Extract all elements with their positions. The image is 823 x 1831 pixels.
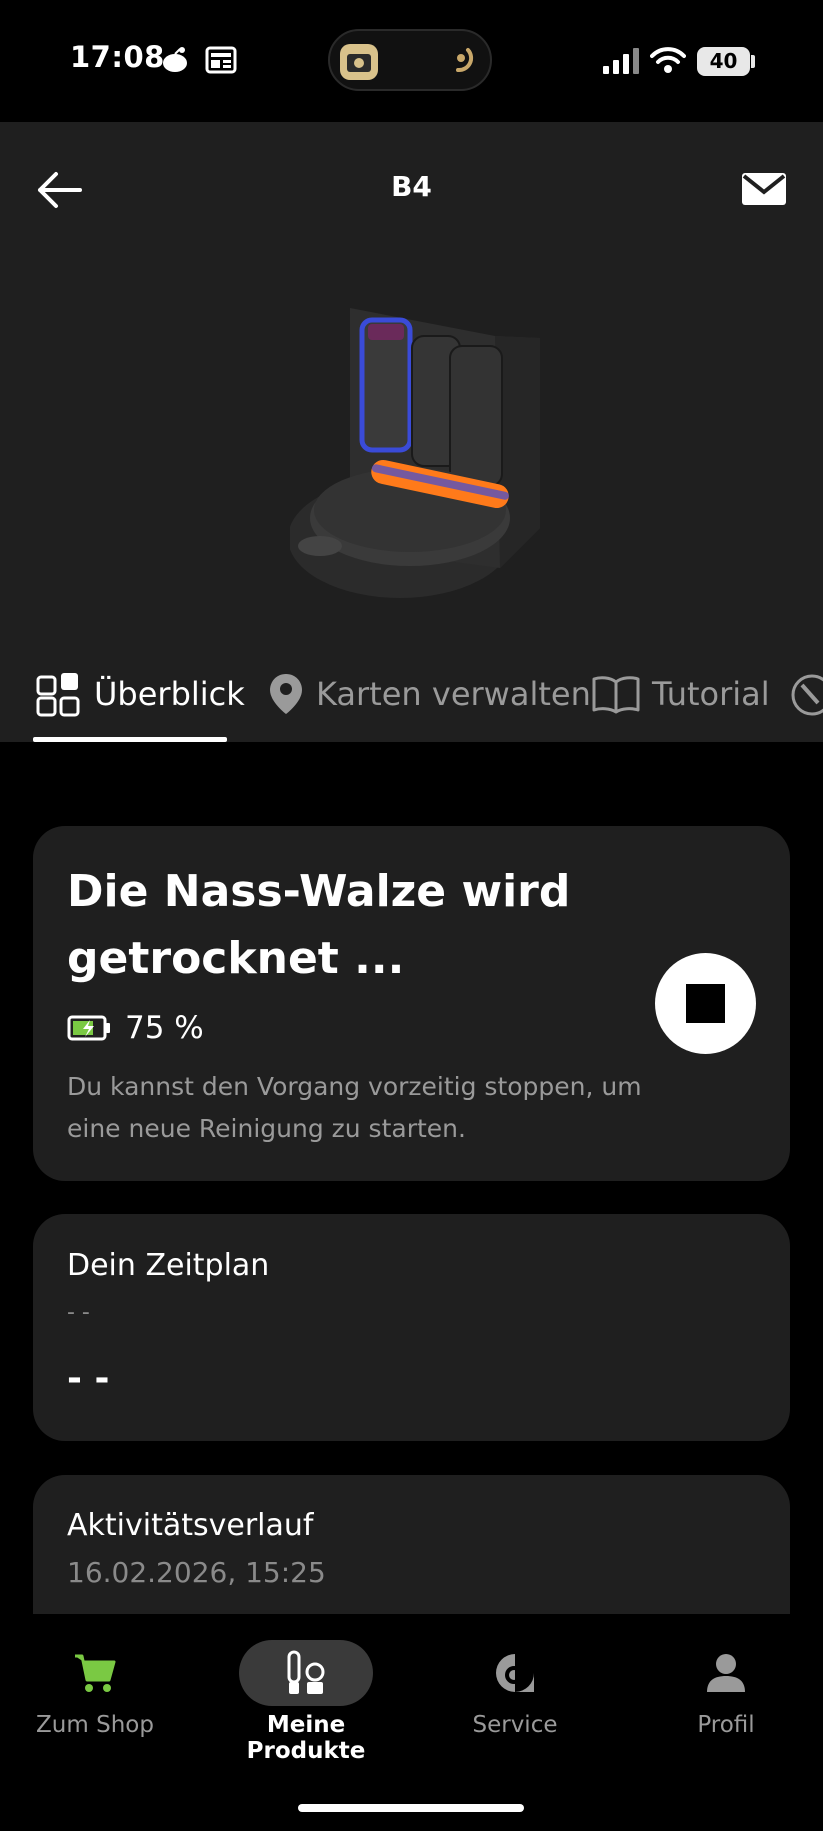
activity-icon — [456, 48, 474, 73]
page-title: B4 — [391, 170, 432, 203]
nav-my-products-label: Meine Produkte — [246, 1712, 366, 1764]
tab-maps[interactable]: Karten verwalten — [268, 665, 591, 723]
tab-maps-label: Karten verwalten — [316, 675, 591, 713]
tab-tutorial-label: Tutorial — [652, 675, 770, 713]
camera-icon — [340, 44, 378, 80]
robot-battery-percent: 75 % — [125, 1010, 204, 1046]
tab-overview[interactable]: Überblick — [36, 665, 245, 723]
mail-icon[interactable] — [741, 172, 787, 206]
news-icon — [205, 46, 237, 74]
stop-button[interactable] — [655, 953, 756, 1054]
activity-title: Aktivitätsverlauf — [67, 1508, 314, 1543]
battery-charging-icon — [67, 1015, 110, 1041]
user-icon — [707, 1654, 745, 1692]
nav-service-label: Service — [472, 1712, 558, 1738]
book-icon — [592, 676, 640, 714]
nav-shop-label: Zum Shop — [36, 1712, 154, 1738]
status-description: Du kannst den Vorgang vorzeitig stoppen,… — [67, 1072, 642, 1143]
robot-battery: 75 % — [67, 1008, 204, 1048]
products-icon — [287, 1650, 325, 1694]
nav-service[interactable]: Service — [430, 1640, 600, 1738]
status-time: 17:08 — [70, 40, 165, 74]
home-indicator[interactable] — [298, 1804, 524, 1812]
battery-indicator: 40 — [697, 47, 750, 76]
nav-profile-label: Profil — [697, 1712, 755, 1738]
nav-shop[interactable]: Zum Shop — [10, 1640, 180, 1738]
schedule-value: - - — [67, 1358, 110, 1399]
activity-timestamp: 16.02.2026, 15:25 — [67, 1556, 326, 1589]
compass-icon[interactable] — [790, 673, 823, 717]
status-title: Die Nass-Walze wird getrocknet ... — [67, 866, 571, 984]
cart-icon — [75, 1654, 116, 1692]
nav-profile[interactable]: Profil — [641, 1640, 811, 1738]
service-icon — [496, 1654, 534, 1692]
wifi-icon — [650, 47, 686, 73]
stop-icon — [686, 984, 725, 1023]
battery-tip — [751, 55, 755, 68]
grid-icon — [36, 673, 80, 717]
map-pin-icon — [270, 674, 302, 714]
tab-overview-label: Überblick — [94, 675, 245, 713]
robot-product-image — [290, 308, 540, 598]
schedule-subtitle: - - — [67, 1300, 90, 1325]
nav-my-products[interactable]: Meine Produkte — [221, 1640, 391, 1764]
tab-tutorial[interactable]: Tutorial — [592, 665, 770, 723]
reddit-icon — [163, 47, 187, 72]
schedule-title: Dein Zeitplan — [67, 1248, 270, 1283]
signal-icon — [603, 48, 639, 74]
active-tab-indicator — [33, 737, 227, 742]
